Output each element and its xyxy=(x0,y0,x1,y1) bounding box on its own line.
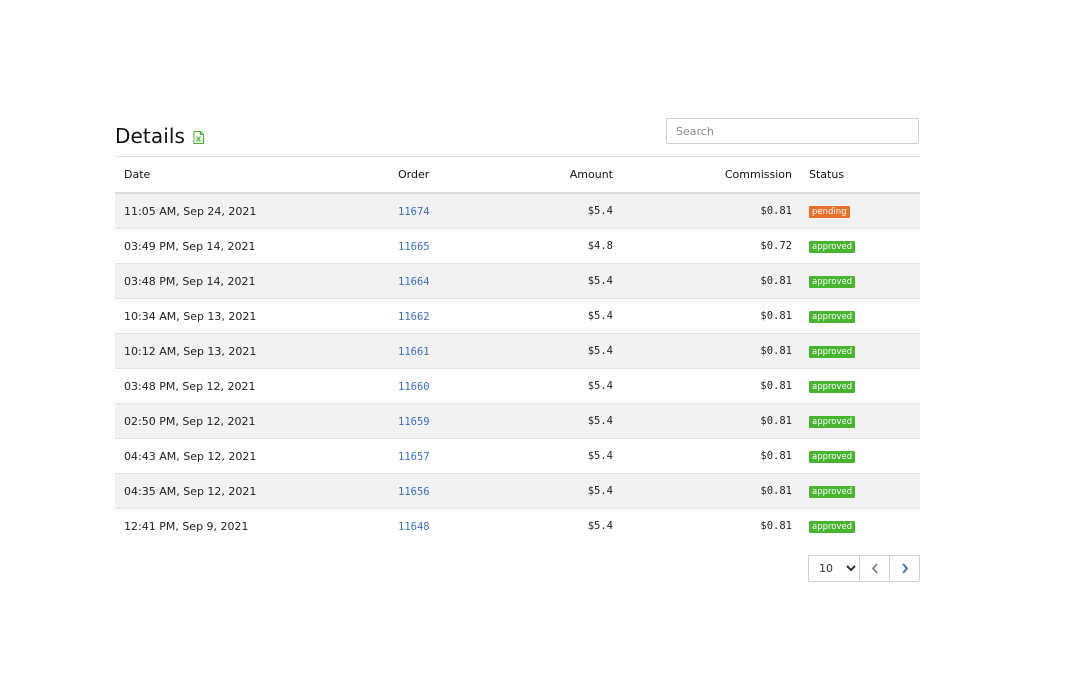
order-link[interactable]: 11664 xyxy=(398,276,430,288)
cell-commission: $0.81 xyxy=(613,438,792,474)
table-row: 10:12 AM, Sep 13, 2021 11661 $5.4 $0.81 appr… xyxy=(115,333,920,369)
status-badge: approved xyxy=(809,451,856,463)
cell-order: 11656 xyxy=(398,473,508,509)
status-badge: approved xyxy=(809,486,856,498)
order-link[interactable]: 11659 xyxy=(398,416,430,428)
chevron-left-icon xyxy=(871,563,878,574)
cell-status: approved xyxy=(792,368,920,404)
cell-commission: $0.72 xyxy=(613,228,792,264)
cell-order: 11664 xyxy=(398,263,508,299)
cell-order: 11665 xyxy=(398,228,508,264)
status-badge: approved xyxy=(809,416,856,428)
cell-amount: $5.4 xyxy=(508,508,613,543)
cell-order: 11657 xyxy=(398,438,508,474)
chevron-right-icon xyxy=(901,563,908,574)
table-row: 03:48 PM, Sep 14, 2021 11664 $5.4 $0.81 appr… xyxy=(115,263,920,299)
order-link[interactable]: 11674 xyxy=(398,206,430,218)
cell-date: 03:48 PM, Sep 14, 2021 xyxy=(115,263,398,299)
page-title: Details xyxy=(115,124,186,148)
cell-date: 02:50 PM, Sep 12, 2021 xyxy=(115,403,398,439)
order-link[interactable]: 11660 xyxy=(398,381,430,393)
cell-status: approved xyxy=(792,438,920,474)
table-row: 11:05 AM, Sep 24, 2021 11674 $5.4 $0.81 pend… xyxy=(115,193,920,229)
column-header-commission[interactable]: Commission xyxy=(613,156,792,194)
status-badge: approved xyxy=(809,381,856,393)
cell-amount: $5.4 xyxy=(508,193,613,229)
status-badge: pending xyxy=(809,206,850,218)
cell-commission: $0.81 xyxy=(613,333,792,369)
cell-amount: $5.4 xyxy=(508,438,613,474)
status-badge: approved xyxy=(809,241,856,253)
pagination: 10 xyxy=(808,555,920,582)
cell-status: approved xyxy=(792,333,920,369)
cell-date: 11:05 AM, Sep 24, 2021 xyxy=(115,193,398,229)
cell-amount: $4.8 xyxy=(508,228,613,264)
cell-status: approved xyxy=(792,263,920,299)
cell-status: approved xyxy=(792,473,920,509)
cell-commission: $0.81 xyxy=(613,298,792,334)
details-panel: Details Date Order Amount Commission Sta… xyxy=(115,118,920,543)
column-header-date[interactable]: Date xyxy=(115,156,398,194)
table-row: 10:34 AM, Sep 13, 2021 11662 $5.4 $0.81 appr… xyxy=(115,298,920,334)
order-link[interactable]: 11661 xyxy=(398,346,430,358)
cell-order: 11662 xyxy=(398,298,508,334)
cell-date: 10:34 AM, Sep 13, 2021 xyxy=(115,298,398,334)
column-header-order[interactable]: Order xyxy=(398,156,508,194)
cell-amount: $5.4 xyxy=(508,368,613,404)
cell-commission: $0.81 xyxy=(613,193,792,229)
cell-order: 11648 xyxy=(398,508,508,543)
cell-date: 12:41 PM, Sep 9, 2021 xyxy=(115,508,398,543)
cell-amount: $5.4 xyxy=(508,333,613,369)
cell-amount: $5.4 xyxy=(508,263,613,299)
order-link[interactable]: 11648 xyxy=(398,521,430,533)
column-header-amount[interactable]: Amount xyxy=(508,156,613,194)
cell-amount: $5.4 xyxy=(508,473,613,509)
cell-order: 11660 xyxy=(398,368,508,404)
column-header-status[interactable]: Status xyxy=(792,156,920,194)
next-page-button[interactable] xyxy=(890,555,920,582)
cell-status: approved xyxy=(792,298,920,334)
cell-status: pending xyxy=(792,193,920,229)
order-link[interactable]: 11656 xyxy=(398,486,430,498)
cell-date: 04:35 AM, Sep 12, 2021 xyxy=(115,473,398,509)
table-row: 04:35 AM, Sep 12, 2021 11656 $5.4 $0.81 appr… xyxy=(115,473,920,509)
table-body: 11:05 AM, Sep 24, 2021 11674 $5.4 $0.81 pend… xyxy=(115,193,920,543)
table-row: 02:50 PM, Sep 12, 2021 11659 $5.4 $0.81 appr… xyxy=(115,403,920,439)
cell-order: 11674 xyxy=(398,193,508,229)
status-badge: approved xyxy=(809,346,856,358)
cell-status: approved xyxy=(792,508,920,543)
details-table: Date Order Amount Commission Status 11:0… xyxy=(115,156,920,543)
cell-date: 04:43 AM, Sep 12, 2021 xyxy=(115,438,398,474)
cell-commission: $0.81 xyxy=(613,473,792,509)
table-row: 03:48 PM, Sep 12, 2021 11660 $5.4 $0.81 appr… xyxy=(115,368,920,404)
cell-commission: $0.81 xyxy=(613,508,792,543)
cell-order: 11659 xyxy=(398,403,508,439)
table-row: 12:41 PM, Sep 9, 2021 11648 $5.4 $0.81 appro… xyxy=(115,508,920,543)
cell-commission: $0.81 xyxy=(613,263,792,299)
cell-amount: $5.4 xyxy=(508,403,613,439)
cell-date: 03:49 PM, Sep 14, 2021 xyxy=(115,228,398,264)
cell-commission: $0.81 xyxy=(613,403,792,439)
status-badge: approved xyxy=(809,521,856,533)
panel-header: Details xyxy=(115,118,920,156)
cell-commission: $0.81 xyxy=(613,368,792,404)
page-size-select[interactable]: 10 xyxy=(808,555,860,582)
order-link[interactable]: 11665 xyxy=(398,241,430,253)
table-row: 03:49 PM, Sep 14, 2021 11665 $4.8 $0.72 appr… xyxy=(115,228,920,264)
order-link[interactable]: 11662 xyxy=(398,311,430,323)
excel-icon[interactable] xyxy=(193,131,204,144)
cell-status: approved xyxy=(792,403,920,439)
table-header-row: Date Order Amount Commission Status xyxy=(115,156,920,194)
search-input[interactable] xyxy=(666,118,919,144)
cell-date: 03:48 PM, Sep 12, 2021 xyxy=(115,368,398,404)
cell-status: approved xyxy=(792,228,920,264)
order-link[interactable]: 11657 xyxy=(398,451,430,463)
cell-date: 10:12 AM, Sep 13, 2021 xyxy=(115,333,398,369)
prev-page-button[interactable] xyxy=(860,555,890,582)
table-row: 04:43 AM, Sep 12, 2021 11657 $5.4 $0.81 appr… xyxy=(115,438,920,474)
cell-amount: $5.4 xyxy=(508,298,613,334)
status-badge: approved xyxy=(809,311,856,323)
status-badge: approved xyxy=(809,276,856,288)
cell-order: 11661 xyxy=(398,333,508,369)
